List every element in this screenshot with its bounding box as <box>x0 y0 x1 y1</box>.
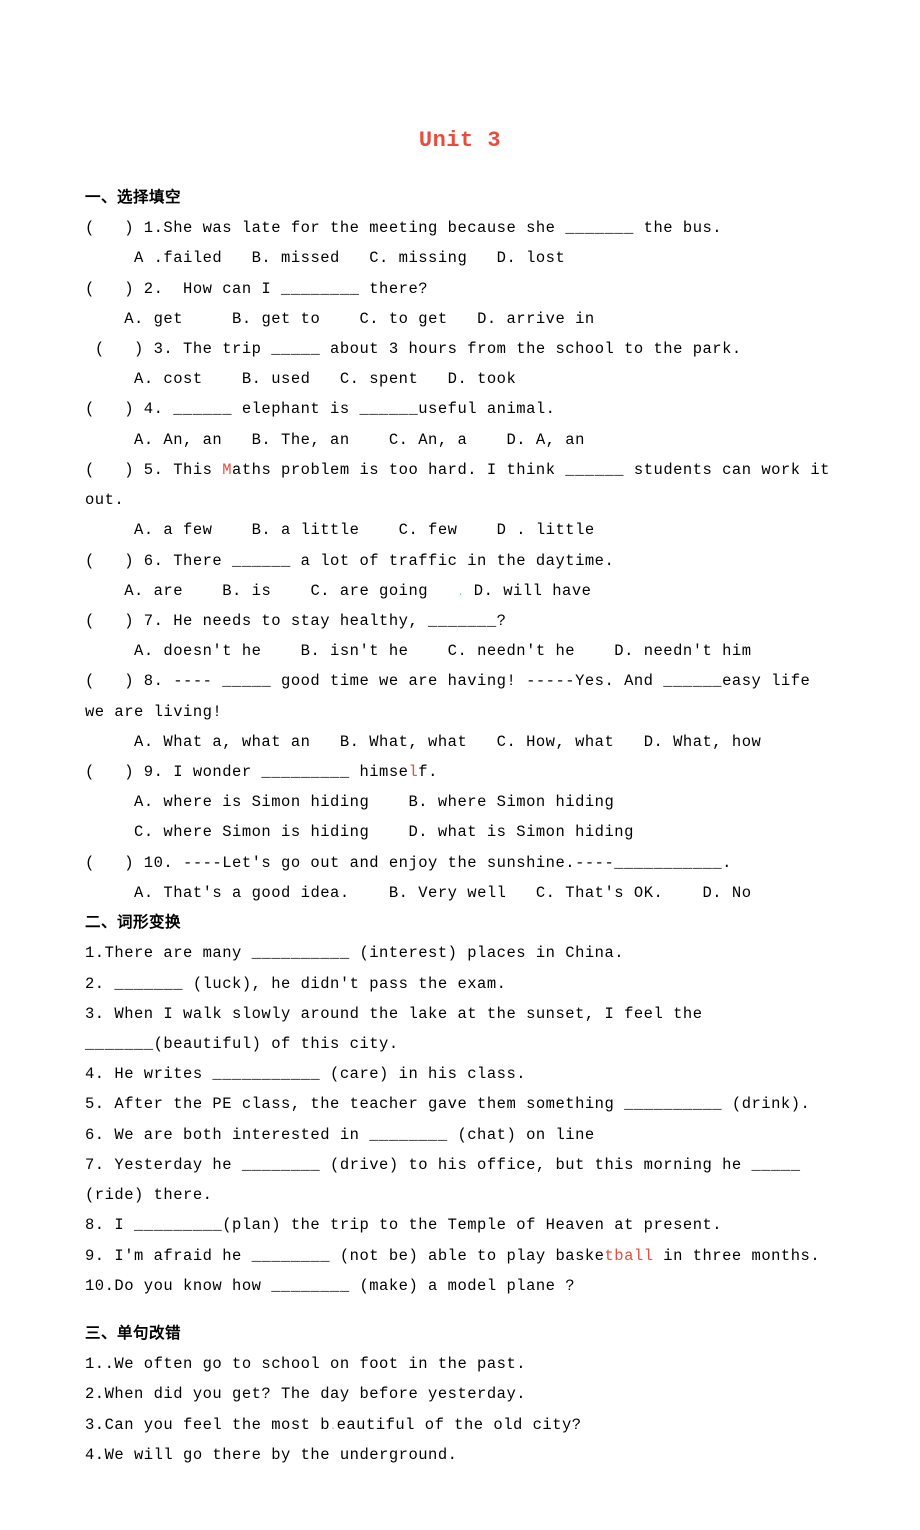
s1-q5-stem: ( ) 5. This Maths problem is too hard. I… <box>85 455 835 515</box>
s2-q3: 3. When I walk slowly around the lake at… <box>85 999 835 1059</box>
s2-q2: 2. _______ (luck), he didn't pass the ex… <box>85 969 835 999</box>
s1-q1-opts: A .failed B. missed C. missing D. lost <box>85 243 835 273</box>
section3-heading: 三、单句改错 <box>85 1319 835 1349</box>
s1-q5-pre: ( ) 5. This <box>85 461 222 479</box>
s2-q9-highlight: tball <box>604 1247 653 1265</box>
s3-q3-pre: 3.Can you feel the most b <box>85 1416 330 1434</box>
s1-q5-highlight-letter: M <box>222 461 232 479</box>
s1-q10-opts: A. That's a good idea. B. Very well C. T… <box>85 878 835 908</box>
s1-q7-opts: A. doesn't he B. isn't he C. needn't he … <box>85 636 835 666</box>
s1-q6-opts-post: D. will have <box>464 582 591 600</box>
s2-q4: 4. He writes ___________ (care) in his c… <box>85 1059 835 1089</box>
s1-q9-opts2: C. where Simon is hiding D. what is Simo… <box>85 817 835 847</box>
s1-q3-opts: A. cost B. used C. spent D. took <box>85 364 835 394</box>
s3-q1: 1..We often go to school on foot in the … <box>85 1349 835 1379</box>
s1-q6-opts: A. are B. is C. are going . D. will have <box>85 576 835 606</box>
s1-q10-stem: ( ) 10. ----Let's go out and enjoy the s… <box>85 848 835 878</box>
s2-q5: 5. After the PE class, the teacher gave … <box>85 1089 835 1119</box>
s1-q1-stem: ( ) 1.She was late for the meeting becau… <box>85 213 835 243</box>
s3-q4: 4.We will go there by the underground. <box>85 1440 835 1470</box>
section2-heading: 二、词形变换 <box>85 908 835 938</box>
s1-q6-opts-pre: A. are B. is C. are going <box>85 582 457 600</box>
s1-q4-stem: ( ) 4. ______ elephant is ______useful a… <box>85 394 835 424</box>
unit-title: Unit 3 <box>85 120 835 163</box>
s1-q8-stem: ( ) 8. ---- _____ good time we are havin… <box>85 666 835 726</box>
s1-q9-highlight-letter: l <box>408 763 418 781</box>
s1-q4-opts: A. An, an B. The, an C. An, a D. A, an <box>85 425 835 455</box>
s1-q9-pre: ( ) 9. I wonder _________ himse <box>85 763 408 781</box>
s1-q2-opts: A. get B. get to C. to get D. arrive in <box>85 304 835 334</box>
s3-q3: 3.Can you feel the most b.eautiful of th… <box>85 1410 835 1440</box>
s1-q2-stem: ( ) 2. How can I ________ there? <box>85 274 835 304</box>
s2-q7: 7. Yesterday he ________ (drive) to his … <box>85 1150 835 1210</box>
s1-q6-stem: ( ) 6. There ______ a lot of traffic in … <box>85 546 835 576</box>
s2-q1: 1.There are many __________ (interest) p… <box>85 938 835 968</box>
s1-q8-opts: A. What a, what an B. What, what C. How,… <box>85 727 835 757</box>
spacer <box>85 1301 835 1319</box>
s3-q3-post: eautiful of the old city? <box>337 1416 582 1434</box>
s2-q9: 9. I'm afraid he ________ (not be) able … <box>85 1241 835 1271</box>
s2-q9-pre: 9. I'm afraid he ________ (not be) able … <box>85 1247 604 1265</box>
s1-q3-stem: ( ) 3. The trip _____ about 3 hours from… <box>85 334 835 364</box>
section1-heading: 一、选择填空 <box>85 183 835 213</box>
s2-q6: 6. We are both interested in ________ (c… <box>85 1120 835 1150</box>
s1-q7-stem: ( ) 7. He needs to stay healthy, _______… <box>85 606 835 636</box>
s2-q10: 10.Do you know how ________ (make) a mod… <box>85 1271 835 1301</box>
s1-q9-post: f. <box>418 763 438 781</box>
s2-q9-post: in three months. <box>654 1247 821 1265</box>
s1-q5-opts: A. a few B. a little C. few D . little <box>85 515 835 545</box>
s1-q9-stem: ( ) 9. I wonder _________ himself. <box>85 757 835 787</box>
s3-q2: 2.When did you get? The day before yeste… <box>85 1379 835 1409</box>
s1-q9-opts1: A. where is Simon hiding B. where Simon … <box>85 787 835 817</box>
s2-q8: 8. I _________(plan) the trip to the Tem… <box>85 1210 835 1240</box>
